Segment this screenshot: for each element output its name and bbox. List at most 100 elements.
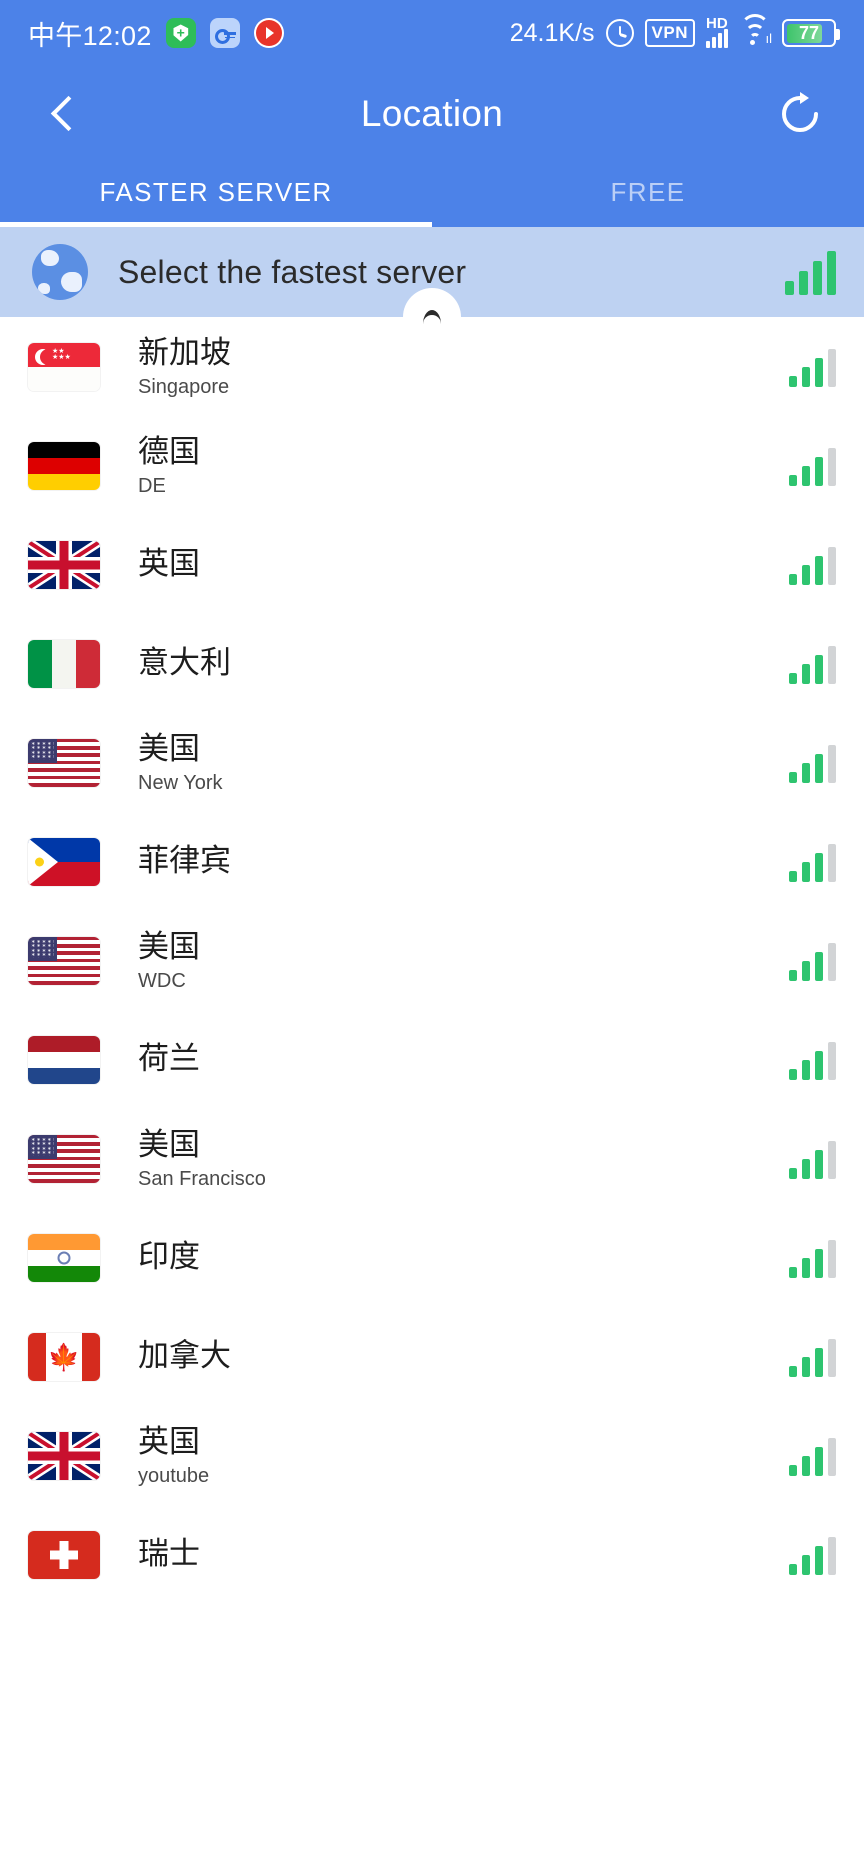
flag-uk-icon <box>28 540 100 589</box>
server-info: 美国 WDC <box>138 928 200 993</box>
server-info: 英国 youtube <box>138 1423 210 1488</box>
tab-faster-server[interactable]: FASTER SERVER <box>0 162 432 222</box>
flag-nl-icon <box>28 1035 100 1084</box>
flag-de-icon <box>28 441 100 490</box>
wifi-icon: ıl <box>739 14 772 46</box>
server-signal-bars <box>789 1535 836 1575</box>
server-city: Singapore <box>138 376 230 399</box>
app-header: 中午12:02 24.1K/s VPN HD ıl <box>0 0 864 227</box>
server-name: 意大利 <box>138 645 231 681</box>
server-city: WDC <box>138 970 186 993</box>
server-signal-bars <box>789 644 836 684</box>
table-row[interactable]: 英国 youtube <box>0 1406 864 1505</box>
flag-in-icon <box>28 1233 100 1282</box>
fastest-server-signal-bars <box>785 249 836 295</box>
server-signal-bars <box>789 1040 836 1080</box>
server-info: 加拿大 <box>138 1338 231 1374</box>
status-bar-left: 中午12:02 <box>28 14 284 53</box>
title-bar: Location <box>0 66 864 162</box>
server-signal-bars <box>789 446 836 486</box>
server-signal-bars <box>789 1139 836 1179</box>
flag-it-icon <box>28 639 100 688</box>
server-city: New York <box>138 772 223 795</box>
server-info: 意大利 <box>138 645 231 681</box>
server-info: 美国 San Francisco <box>138 1126 266 1191</box>
server-name: 英国 <box>138 546 200 582</box>
server-list: ★★ ★★★ 新加坡 Singapore 德国 DE 英国 意大利 ∗∗∗∗ ∗… <box>0 317 864 1604</box>
server-name: 荷兰 <box>138 1041 200 1077</box>
flag-ch-icon <box>28 1530 100 1579</box>
hd-label: HD <box>706 15 728 32</box>
table-row[interactable]: 德国 DE <box>0 416 864 515</box>
page-title: Location <box>360 93 504 134</box>
table-row[interactable]: 英国 <box>0 515 864 614</box>
server-info: 美国 New York <box>138 730 223 795</box>
flag-sg-icon: ★★ ★★★ <box>28 342 100 391</box>
server-name: 新加坡 <box>138 334 231 370</box>
server-city: San Francisco <box>138 1168 266 1191</box>
server-name: 美国 <box>138 928 200 964</box>
server-signal-bars <box>789 1238 836 1278</box>
refresh-icon <box>782 92 818 132</box>
flag-uk-icon <box>28 1431 100 1480</box>
server-info: 德国 DE <box>138 433 200 498</box>
alarm-icon <box>605 19 634 47</box>
vpn-icon: VPN <box>644 19 695 47</box>
server-info: 英国 <box>138 546 200 582</box>
server-signal-bars <box>789 941 836 981</box>
table-row[interactable]: 意大利 <box>0 614 864 713</box>
fastest-server-row[interactable]: Select the fastest server <box>0 227 864 346</box>
status-bar: 中午12:02 24.1K/s VPN HD ıl <box>0 0 864 66</box>
status-bar-right: 24.1K/s VPN HD ıl 77 <box>509 14 840 48</box>
collapse-handle-button[interactable] <box>403 288 461 346</box>
flag-us-icon: ∗∗∗∗∗∗∗∗∗∗∗∗∗∗∗∗∗∗∗∗∗∗∗∗∗∗∗∗∗∗ <box>28 1134 100 1183</box>
back-button[interactable] <box>40 91 86 137</box>
globe-icon <box>32 244 88 300</box>
server-name: 瑞士 <box>138 1536 200 1572</box>
server-name: 菲律宾 <box>138 843 231 879</box>
table-row[interactable]: ∗∗∗∗∗∗∗∗∗∗∗∗∗∗∗∗∗∗∗∗∗∗∗∗∗∗∗∗∗∗ 美国 WDC <box>0 911 864 1010</box>
server-name: 美国 <box>138 730 200 766</box>
server-name: 德国 <box>138 433 200 469</box>
server-signal-bars <box>789 1436 836 1476</box>
table-row[interactable]: 瑞士 <box>0 1505 864 1604</box>
location-screen: 中午12:02 24.1K/s VPN HD ıl <box>0 0 864 1872</box>
table-row[interactable]: 🍁 加拿大 <box>0 1307 864 1406</box>
media-player-app-icon <box>253 18 284 48</box>
server-info: 印度 <box>138 1239 200 1275</box>
server-signal-bars <box>789 743 836 783</box>
refresh-button[interactable] <box>776 90 824 138</box>
server-signal-bars <box>789 842 836 882</box>
server-name: 英国 <box>138 1423 200 1459</box>
server-info: 瑞士 <box>138 1536 200 1572</box>
server-info: 荷兰 <box>138 1041 200 1077</box>
table-row[interactable]: 菲律宾 <box>0 812 864 911</box>
server-name: 印度 <box>138 1239 200 1275</box>
shield-app-icon <box>165 18 196 48</box>
tab-free[interactable]: FREE <box>432 162 864 222</box>
signal-icon: HD <box>706 15 728 48</box>
server-city: youtube <box>138 1465 210 1488</box>
flag-us-icon: ∗∗∗∗∗∗∗∗∗∗∗∗∗∗∗∗∗∗∗∗∗∗∗∗∗∗∗∗∗∗ <box>28 738 100 787</box>
network-speed-label: 24.1K/s <box>509 18 595 47</box>
table-row[interactable]: ∗∗∗∗∗∗∗∗∗∗∗∗∗∗∗∗∗∗∗∗∗∗∗∗∗∗∗∗∗∗ 美国 New Yo… <box>0 713 864 812</box>
server-info: 新加坡 Singapore <box>138 334 231 399</box>
battery-icon: 77 <box>782 19 840 47</box>
key-app-icon <box>209 18 240 48</box>
flag-ph-icon <box>28 837 100 886</box>
status-clock: 中午12:02 <box>28 20 152 51</box>
server-info: 菲律宾 <box>138 843 231 879</box>
table-row[interactable]: 荷兰 <box>0 1010 864 1109</box>
table-row[interactable]: 印度 <box>0 1208 864 1307</box>
server-name: 美国 <box>138 1126 200 1162</box>
flag-ca-icon: 🍁 <box>28 1332 100 1381</box>
battery-percent: 77 <box>798 23 820 43</box>
table-row[interactable]: ∗∗∗∗∗∗∗∗∗∗∗∗∗∗∗∗∗∗∗∗∗∗∗∗∗∗∗∗∗∗ 美国 San Fr… <box>0 1109 864 1208</box>
server-name: 加拿大 <box>138 1338 231 1374</box>
server-signal-bars <box>789 347 836 387</box>
server-city: DE <box>138 475 166 498</box>
server-signal-bars <box>789 545 836 585</box>
fastest-server-label: Select the fastest server <box>118 253 467 290</box>
tab-bar: FASTER SERVER FREE <box>0 162 864 222</box>
flag-us-icon: ∗∗∗∗∗∗∗∗∗∗∗∗∗∗∗∗∗∗∗∗∗∗∗∗∗∗∗∗∗∗ <box>28 936 100 985</box>
